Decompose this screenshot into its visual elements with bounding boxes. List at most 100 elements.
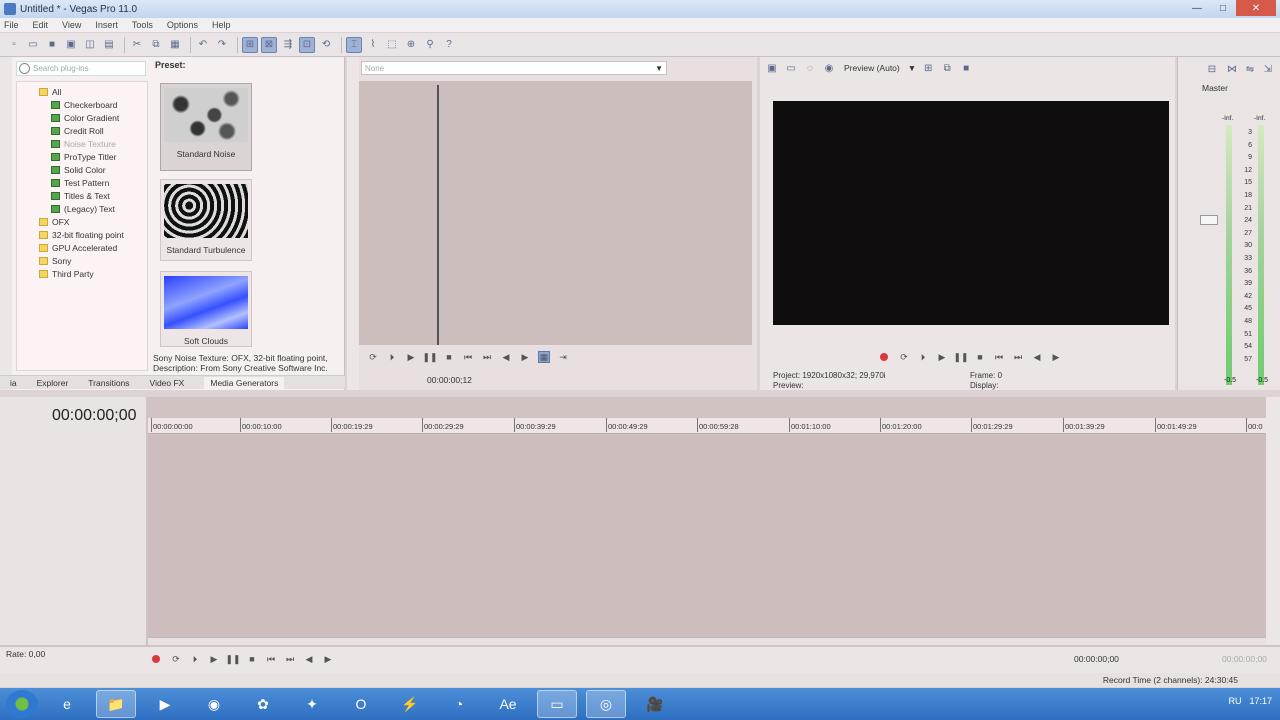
next-frame-icon[interactable]: ▶ xyxy=(1050,351,1062,363)
master-options-icon[interactable]: ⇲ xyxy=(1260,61,1276,77)
tab-video-fx[interactable]: Video FX xyxy=(150,378,185,388)
paste-icon[interactable]: ▦ xyxy=(167,37,183,53)
app-icon[interactable]: ◎ xyxy=(586,690,626,718)
internet-explorer-icon[interactable]: e xyxy=(47,690,87,718)
preset-soft-clouds[interactable]: Soft Clouds xyxy=(160,271,252,347)
master-dim-icon[interactable]: ⇋ xyxy=(1242,61,1258,77)
selection-tool-icon[interactable]: ⬚ xyxy=(384,37,400,53)
butterfly-app-icon[interactable]: ✦ xyxy=(292,690,332,718)
next-frame-icon[interactable]: ▶ xyxy=(519,351,531,363)
play-from-start-icon[interactable]: ⏵ xyxy=(189,653,201,665)
go-to-end-icon[interactable]: ⏭ xyxy=(481,351,493,363)
tab-project-media[interactable]: ia xyxy=(10,378,17,388)
menu-file[interactable]: File xyxy=(4,20,19,30)
previous-frame-icon[interactable]: ◀ xyxy=(303,653,315,665)
auto-crossfade-icon[interactable]: ⊠ xyxy=(261,36,277,53)
stop-icon[interactable]: ■ xyxy=(443,351,455,363)
copy-snapshot-icon[interactable]: ⧉ xyxy=(939,60,955,76)
search-plugins-input[interactable]: Search plug-ins xyxy=(16,61,146,76)
online-help-icon[interactable]: ⚲ xyxy=(422,37,438,53)
close-button[interactable]: ✕ xyxy=(1236,0,1276,16)
pause-icon[interactable]: ❚❚ xyxy=(422,351,437,363)
go-to-start-icon[interactable]: ⏮ xyxy=(462,351,474,363)
chevron-down-icon[interactable]: ▼ xyxy=(908,63,916,73)
whats-this-icon[interactable]: ? xyxy=(441,37,457,53)
loop-icon[interactable]: ⟳ xyxy=(898,351,910,363)
preview-fx-icon[interactable]: ◌ xyxy=(802,60,818,76)
app-icon[interactable]: ◔ xyxy=(439,690,479,718)
redo-icon[interactable]: ↷ xyxy=(214,37,230,53)
go-to-start-icon[interactable]: ⏮ xyxy=(265,653,277,665)
tree-folder-ofx[interactable]: OFX xyxy=(39,216,69,228)
new-project-icon[interactable]: ▫ xyxy=(6,37,22,53)
loop-icon[interactable]: ⟳ xyxy=(170,653,182,665)
tree-item-test-pattern[interactable]: Test Pattern xyxy=(51,177,109,189)
external-monitor-icon[interactable]: ▭ xyxy=(783,60,799,76)
video-preview-screen[interactable] xyxy=(773,101,1169,325)
start-button[interactable] xyxy=(6,690,38,718)
previous-frame-icon[interactable]: ◀ xyxy=(1031,351,1043,363)
tree-item-protype-titler[interactable]: ProType Titler xyxy=(51,151,116,163)
tree-item-color-gradient[interactable]: Color Gradient xyxy=(51,112,119,124)
auto-ripple-icon[interactable]: ⇶ xyxy=(280,37,296,53)
vertical-scrollbar[interactable] xyxy=(1266,397,1280,645)
go-to-end-icon[interactable]: ⏭ xyxy=(1012,351,1024,363)
tree-folder-32bit[interactable]: 32-bit floating point xyxy=(39,229,124,241)
vegas-taskbar-icon[interactable]: 🎥 xyxy=(635,690,675,718)
properties-icon[interactable]: ▤ xyxy=(101,37,117,53)
play-icon[interactable]: ▶ xyxy=(936,351,948,363)
trimmer-cursor[interactable] xyxy=(437,85,439,345)
menu-tools[interactable]: Tools xyxy=(132,20,153,30)
render-icon[interactable]: ◫ xyxy=(82,37,98,53)
minimize-button[interactable]: — xyxy=(1184,0,1210,16)
chrome-icon[interactable]: ◉ xyxy=(194,690,234,718)
tree-item-legacy-text[interactable]: (Legacy) Text xyxy=(51,203,115,215)
pause-icon[interactable]: ❚❚ xyxy=(953,351,968,363)
open-folder-icon[interactable]: ▭ xyxy=(25,37,41,53)
save-snapshot-icon[interactable]: ■ xyxy=(958,60,974,76)
playback-rate[interactable]: Rate: 0,00 xyxy=(6,649,45,659)
undo-icon[interactable]: ↶ xyxy=(195,37,211,53)
save-as-icon[interactable]: ▣ xyxy=(63,37,79,53)
clock[interactable]: 17:17 xyxy=(1249,696,1272,706)
language-indicator[interactable]: RU xyxy=(1228,696,1241,706)
trimmer-display[interactable] xyxy=(359,81,752,345)
selection-start-time[interactable]: 00:00:00;00 xyxy=(1074,654,1119,664)
tree-item-credit-roll[interactable]: Credit Roll xyxy=(51,125,104,137)
folder-window-icon[interactable]: ▭ xyxy=(537,690,577,718)
record-icon[interactable] xyxy=(152,655,160,663)
next-frame-icon[interactable]: ▶ xyxy=(322,653,334,665)
file-explorer-icon[interactable]: 📁 xyxy=(96,690,136,718)
tree-item-titles-text[interactable]: Titles & Text xyxy=(51,190,110,202)
pause-icon[interactable]: ❚❚ xyxy=(225,653,240,665)
menu-options[interactable]: Options xyxy=(167,20,198,30)
go-to-end-icon[interactable]: ⏭ xyxy=(284,653,296,665)
tab-transitions[interactable]: Transitions xyxy=(88,378,129,388)
ignore-grouping-icon[interactable]: ⟲ xyxy=(318,37,334,53)
envelope-tool-icon[interactable]: ⌇ xyxy=(365,37,381,53)
menu-edit[interactable]: Edit xyxy=(33,20,49,30)
master-volume-fader[interactable] xyxy=(1200,215,1218,225)
time-ruler[interactable]: 00:00:00:00 00:00:10:00 00:00:19:29 00:0… xyxy=(148,418,1266,434)
create-region-icon[interactable]: ⇥ xyxy=(557,351,569,363)
menu-insert[interactable]: Insert xyxy=(95,20,118,30)
save-icon[interactable]: ■ xyxy=(44,37,60,53)
project-properties-icon[interactable]: ▣ xyxy=(764,60,780,76)
tree-folder-gpu[interactable]: GPU Accelerated xyxy=(39,242,117,254)
normal-edit-tool-icon[interactable]: ⌶ xyxy=(346,36,362,53)
previous-frame-icon[interactable]: ◀ xyxy=(500,351,512,363)
maximize-button[interactable]: □ xyxy=(1210,0,1236,16)
zoom-tool-icon[interactable]: ⊕ xyxy=(403,37,419,53)
stop-icon[interactable]: ■ xyxy=(246,653,258,665)
icq-icon[interactable]: ✿ xyxy=(243,690,283,718)
selection-length-time[interactable]: 00:00:00;00 xyxy=(1222,654,1267,664)
play-icon[interactable]: ▶ xyxy=(405,351,417,363)
master-downmix-icon[interactable]: ⋈ xyxy=(1224,61,1240,77)
menu-view[interactable]: View xyxy=(62,20,81,30)
record-icon[interactable] xyxy=(880,353,888,361)
preset-standard-turbulence[interactable]: Standard Turbulence xyxy=(160,179,252,261)
tree-folder-all[interactable]: All xyxy=(39,86,61,98)
split-screen-icon[interactable]: ◉ xyxy=(821,60,837,76)
tree-folder-sony[interactable]: Sony xyxy=(39,255,71,267)
lock-envelopes-icon[interactable]: ⊡ xyxy=(299,36,315,53)
